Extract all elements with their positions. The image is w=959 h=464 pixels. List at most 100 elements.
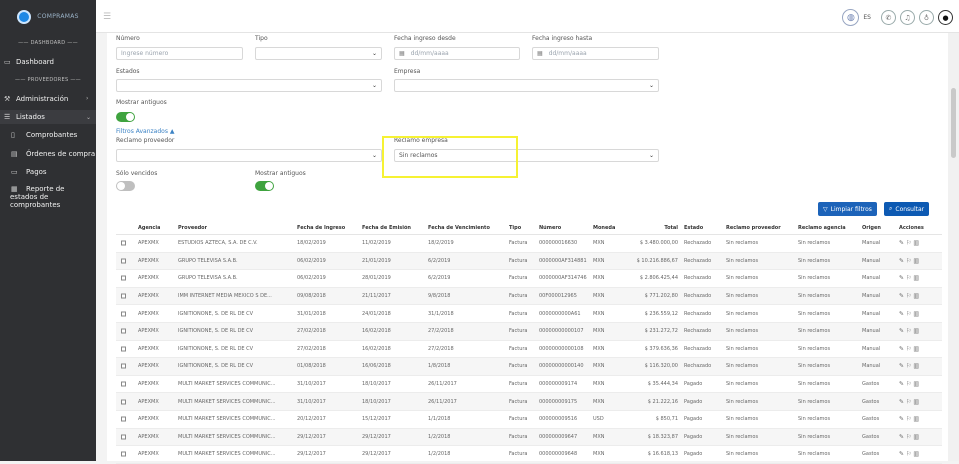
sidebar-item-dashboard[interactable]: ▭ Dashboard [0, 57, 96, 66]
megaphone-icon[interactable]: ⚐ [906, 275, 911, 282]
megaphone-icon[interactable]: ⚐ [906, 345, 911, 352]
table-row[interactable]: APEXMX GRUPO TELEVISA S.A.B. 06/02/2019 21/… [116, 252, 942, 271]
header-moneda[interactable]: Moneda [593, 225, 615, 231]
header-total[interactable]: Total [626, 225, 678, 231]
table-row[interactable]: APEXMX MULTI MARKET SERVICES COMMUNIC... 3… [116, 376, 942, 394]
header-estado[interactable]: Estado [684, 225, 703, 231]
edit-icon[interactable]: ✎ [899, 328, 904, 335]
consultar-button[interactable]: ⌕ Consultar [884, 202, 930, 216]
row-checkbox[interactable] [121, 451, 126, 457]
row-checkbox[interactable] [121, 293, 126, 299]
row-checkbox[interactable] [121, 416, 126, 422]
trash-icon[interactable]: ▥ [913, 381, 919, 388]
header-reclamo-proveedor[interactable]: Reclamo proveedor [726, 225, 781, 231]
megaphone-icon[interactable]: ⚐ [906, 257, 911, 264]
sidebar-item-listados[interactable]: ☰ Listados ⌄ [0, 110, 96, 124]
row-checkbox[interactable] [121, 346, 126, 352]
trash-icon[interactable]: ▥ [913, 275, 919, 282]
edit-icon[interactable]: ✎ [899, 363, 904, 370]
megaphone-icon[interactable]: ⚐ [906, 293, 911, 300]
trash-icon[interactable]: ▥ [913, 451, 919, 458]
language-selector[interactable]: ES [863, 14, 871, 21]
edit-icon[interactable]: ✎ [899, 398, 904, 405]
megaphone-icon[interactable]: ⚐ [906, 398, 911, 405]
hamburger-menu-icon[interactable]: ☰ [103, 12, 112, 22]
header-proveedor[interactable]: Proveedor [178, 225, 207, 231]
trash-icon[interactable]: ▥ [913, 363, 919, 370]
megaphone-icon[interactable]: ⚐ [906, 363, 911, 370]
edit-icon[interactable]: ✎ [899, 275, 904, 282]
sidebar-item-ordenes[interactable]: ▤ Órdenes de compra [0, 149, 96, 158]
scrollbar[interactable] [948, 33, 959, 461]
limpiar-filtros-button[interactable]: ▽ Limpiar filtros [818, 202, 877, 216]
user-icon[interactable]: ● [938, 10, 953, 25]
trash-icon[interactable]: ▥ [913, 433, 919, 440]
globe-icon[interactable]: ◍ [842, 9, 860, 26]
row-checkbox[interactable] [121, 240, 126, 246]
megaphone-icon[interactable]: ⚐ [906, 240, 911, 247]
solo-vencidos-toggle[interactable] [116, 181, 135, 191]
trash-icon[interactable]: ▥ [913, 345, 919, 352]
megaphone-icon[interactable]: ⚐ [906, 416, 911, 423]
table-row[interactable]: APEXMX IGNITIONONE, S. DE RL DE CV 31/01/2… [116, 305, 942, 323]
edit-icon[interactable]: ✎ [899, 293, 904, 300]
megaphone-icon[interactable]: ⚐ [906, 328, 911, 335]
table-row[interactable]: APEXMX MULTI MARKET SERVICES COMMUNIC... 2… [116, 446, 942, 464]
mostrar-antiguos-toggle-2[interactable] [255, 181, 274, 191]
sidebar-item-pagos[interactable]: ▭ Pagos [0, 167, 96, 176]
megaphone-icon[interactable]: ✆ [881, 10, 896, 25]
row-checkbox[interactable] [121, 399, 126, 405]
sidebar-item-administracion[interactable]: ⚒ Administración › [0, 94, 96, 103]
row-checkbox[interactable] [121, 311, 126, 317]
bell-icon[interactable]: ♫ [900, 10, 915, 25]
filtros-avanzados-link[interactable]: Filtros Avanzados ▲ [116, 128, 175, 135]
sidebar-item-reporte[interactable]: ▦ Reporte de estados de comprobantes [0, 185, 96, 209]
row-checkbox[interactable] [121, 328, 126, 334]
header-tipo[interactable]: Tipo [509, 225, 521, 231]
header-reclamo-agencia[interactable]: Reclamo agencia [798, 225, 846, 231]
lightbulb-icon[interactable]: ♁ [919, 10, 934, 25]
row-checkbox[interactable] [121, 434, 126, 440]
trash-icon[interactable]: ▥ [913, 293, 919, 300]
header-fecha-ingreso[interactable]: Fecha de Ingreso [297, 225, 345, 231]
empresa-select[interactable]: ⌄ [394, 79, 659, 92]
edit-icon[interactable]: ✎ [899, 257, 904, 264]
trash-icon[interactable]: ▥ [913, 310, 919, 317]
mostrar-antiguos-toggle[interactable] [116, 112, 135, 122]
numero-input[interactable]: Ingrese número [116, 47, 243, 60]
edit-icon[interactable]: ✎ [899, 240, 904, 247]
table-row[interactable]: APEXMX IMM INTERNET MEDIA MEXICO S DE... 0… [116, 287, 942, 306]
trash-icon[interactable]: ▥ [913, 240, 919, 247]
table-row[interactable]: APEXMX GRUPO TELEVISA S.A.B. 06/02/2019 28/… [116, 270, 942, 288]
edit-icon[interactable]: ✎ [899, 416, 904, 423]
table-row[interactable]: APEXMX MULTI MARKET SERVICES COMMUNIC... 2… [116, 428, 942, 447]
edit-icon[interactable]: ✎ [899, 310, 904, 317]
trash-icon[interactable]: ▥ [913, 416, 919, 423]
megaphone-icon[interactable]: ⚐ [906, 451, 911, 458]
header-origen[interactable]: Origen [862, 225, 881, 231]
fecha-hasta-input[interactable]: ▦ dd/mm/aaaa [532, 47, 659, 60]
header-numero[interactable]: Número [539, 225, 561, 231]
logo[interactable]: COMPRAMAS [17, 9, 79, 24]
table-row[interactable]: APEXMX IGNITIONONE, S. DE RL DE CV 27/02/2… [116, 341, 942, 359]
row-checkbox[interactable] [121, 381, 126, 387]
scrollbar-thumb[interactable] [951, 88, 956, 158]
table-row[interactable]: APEXMX IGNITIONONE, S. DE RL DE CV 27/02/2… [116, 322, 942, 341]
table-row[interactable]: APEXMX ESTUDIOS AZTECA, S.A. DE C.V. 18/02… [116, 235, 942, 253]
trash-icon[interactable]: ▥ [913, 328, 919, 335]
sidebar-item-comprobantes[interactable]: ▯ Comprobantes [0, 130, 96, 139]
table-row[interactable]: APEXMX MULTI MARKET SERVICES COMMUNIC... 3… [116, 393, 942, 411]
tipo-select[interactable]: ⌄ [255, 47, 382, 60]
edit-icon[interactable]: ✎ [899, 433, 904, 440]
estados-select[interactable]: ⌄ [116, 79, 382, 92]
trash-icon[interactable]: ▥ [913, 398, 919, 405]
header-fecha-emision[interactable]: Fecha de Emisión [362, 225, 411, 231]
row-checkbox[interactable] [121, 363, 126, 369]
megaphone-icon[interactable]: ⚐ [906, 310, 911, 317]
reclamo-proveedor-select[interactable]: ⌄ [116, 149, 382, 162]
megaphone-icon[interactable]: ⚐ [906, 433, 911, 440]
edit-icon[interactable]: ✎ [899, 345, 904, 352]
header-agencia[interactable]: Agencia [138, 225, 160, 231]
megaphone-icon[interactable]: ⚐ [906, 381, 911, 388]
table-row[interactable]: APEXMX IGNITIONONE, S. DE RL DE CV 01/08/2… [116, 358, 942, 376]
